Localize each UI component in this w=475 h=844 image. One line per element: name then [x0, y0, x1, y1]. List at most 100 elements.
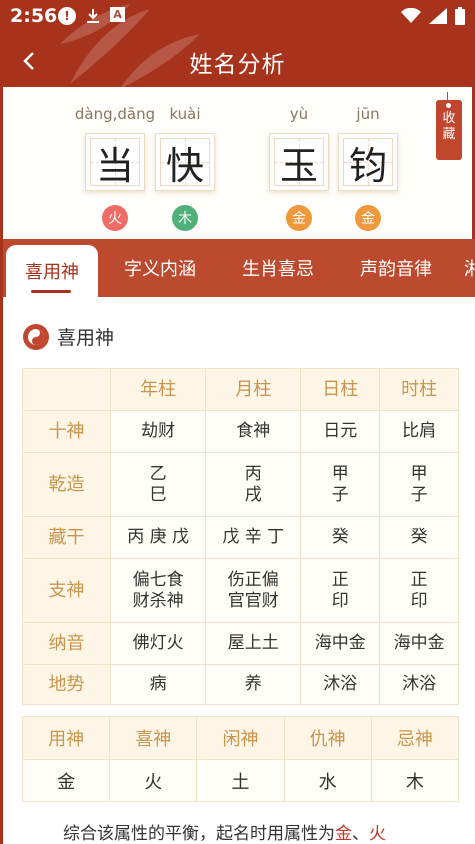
column-header: 闲神: [196, 716, 285, 760]
signal-icon: [429, 8, 447, 28]
active-tab-indicator: [31, 290, 71, 293]
tab-label: 声韵音律: [360, 259, 432, 280]
table-row: 年柱 月柱 日柱 时柱: [22, 368, 459, 411]
row-label: 地势: [22, 664, 111, 705]
cell-line: 印: [331, 590, 349, 611]
row-label: 十神: [22, 410, 111, 453]
content-area: 喜用神 年柱 月柱 日柱 时柱 十神 劫财 食神 日元 比肩 乾造 乙巳 丙戌 …: [0, 297, 475, 844]
cell-line: 正: [331, 569, 349, 590]
table-cell: 金: [21, 759, 111, 802]
element-badge: 木: [172, 205, 198, 231]
tab-bar: 喜用神 字义内涵 生肖喜忌 声韵音律 湘: [0, 239, 475, 297]
column-header: 喜神: [109, 716, 198, 760]
table-row: 支神 偏七食 财杀神 伤正偏 官官财 正印 正印: [22, 558, 459, 623]
name-character: 快: [165, 143, 204, 188]
table-cell: 养: [205, 664, 302, 705]
table-cell: 甲子: [300, 452, 381, 517]
taiji-icon: [23, 323, 49, 350]
table-cell: 沐浴: [300, 664, 381, 705]
wifi-icon: [401, 7, 421, 28]
table-cell: 食神: [205, 410, 302, 453]
table-cell: 海中金: [379, 622, 459, 665]
section-title: 喜用神: [57, 327, 115, 349]
element-badge: 金: [355, 205, 381, 231]
tab-label: 湘: [464, 255, 475, 281]
battery-icon: [455, 7, 465, 29]
table-cell: 癸: [379, 516, 459, 559]
cell-line: 官官财: [227, 590, 279, 611]
table-cell: 日元: [300, 410, 381, 453]
column-header: 忌神: [370, 716, 460, 760]
summary-element-1: 金: [335, 824, 352, 844]
page-title: 姓名分析: [189, 52, 286, 78]
table-row: 十神 劫财 食神 日元 比肩: [22, 410, 459, 453]
table-cell: 比肩: [379, 410, 459, 453]
column-header: 日柱: [300, 368, 381, 411]
table-cell: 偏七食 财杀神: [109, 558, 207, 623]
table-row: 纳音 佛灯火 屋上土 海中金 海中金: [22, 622, 459, 665]
table-cell: 丙戌: [205, 452, 302, 517]
cell-line: 偏七食: [132, 569, 184, 590]
tab-label: 字义内涵: [124, 259, 196, 280]
favorite-button[interactable]: 收藏: [436, 92, 462, 160]
table-cell: 佛灯火: [109, 622, 207, 665]
name-character: 玉: [279, 143, 318, 188]
section-header: 喜用神: [23, 323, 114, 350]
cell-line: 财杀神: [132, 590, 184, 611]
summary-element-2: 火: [369, 824, 386, 844]
gods-table: 用神 喜神 闲神 仇神 忌神 金 火 土 水 木: [21, 716, 460, 802]
cell-line: 伤正偏: [227, 569, 279, 590]
row-label: 乾造: [22, 452, 111, 517]
corner-cell: [22, 368, 111, 411]
table-cell: 沐浴: [379, 664, 459, 705]
table-cell: 劫财: [109, 410, 207, 453]
cell-line: 甲: [410, 463, 428, 484]
cell-line: 正: [410, 569, 428, 590]
row-label: 藏干: [22, 516, 111, 559]
summary-text: 综合该属性的平衡，起名时用属性为金、火: [63, 819, 386, 844]
tab-shengyun-yinlv[interactable]: 声韵音律: [341, 239, 451, 297]
table-cell: 屋上土: [205, 622, 302, 665]
table-cell: 水: [283, 759, 372, 802]
name-display: dàng,dāng 当 火 kuài 快 木 yù 玉 金 jūn 钧 金: [0, 87, 475, 239]
table-row: 地势 病 养 沐浴 沐浴: [22, 664, 459, 705]
table-cell: 火: [109, 759, 198, 802]
cell-line: 子: [331, 484, 349, 505]
tab-label: 喜用神: [25, 262, 79, 283]
cell-line: 甲: [331, 463, 349, 484]
table-row: 藏干 丙 庚 戊 戊 辛 丁 癸 癸: [22, 516, 459, 559]
favorite-label: 收藏: [442, 111, 456, 142]
column-header: 年柱: [109, 368, 207, 411]
summary-prefix: 综合该属性的平衡，起名时用属性为: [63, 824, 335, 844]
pinyin-label: yù: [289, 105, 309, 123]
tab-more[interactable]: 湘: [464, 239, 475, 297]
table-cell: 病: [109, 664, 207, 705]
table-cell: 正印: [300, 558, 381, 623]
name-character: 当: [95, 143, 134, 188]
table-row: 金 火 土 水 木: [21, 759, 460, 802]
cell-line: 乙: [149, 463, 167, 484]
cell-line: 戌: [244, 484, 262, 505]
table-cell: 乙巳: [109, 452, 207, 517]
name-character: 钧: [348, 143, 387, 188]
pinyin-label: jūn: [356, 105, 380, 123]
tab-ziyi-neihan[interactable]: 字义内涵: [105, 239, 215, 297]
cell-line: 印: [410, 590, 428, 611]
row-label: 纳音: [22, 622, 111, 665]
column-header: 用神: [21, 716, 111, 760]
cell-line: 巳: [149, 484, 167, 505]
table-row: 用神 喜神 闲神 仇神 忌神: [21, 716, 460, 760]
element-badge: 火: [102, 205, 128, 231]
tab-shengxiao-xiji[interactable]: 生肖喜忌: [223, 239, 333, 297]
table-cell: 甲子: [379, 452, 459, 517]
hang-hole-icon: [446, 103, 451, 108]
tab-xiyongshen[interactable]: 喜用神: [6, 245, 98, 297]
row-label: 支神: [22, 558, 111, 623]
column-header: 月柱: [205, 368, 302, 411]
table-cell: 丙 庚 戊: [109, 516, 207, 559]
status-time: 2:56: [10, 5, 58, 27]
tab-label: 生肖喜忌: [242, 259, 314, 280]
column-header: 仇神: [283, 716, 372, 760]
table-row: 乾造 乙巳 丙戌 甲子 甲子: [22, 452, 459, 517]
bazi-table: 年柱 月柱 日柱 时柱 十神 劫财 食神 日元 比肩 乾造 乙巳 丙戌 甲子 甲…: [22, 368, 459, 705]
